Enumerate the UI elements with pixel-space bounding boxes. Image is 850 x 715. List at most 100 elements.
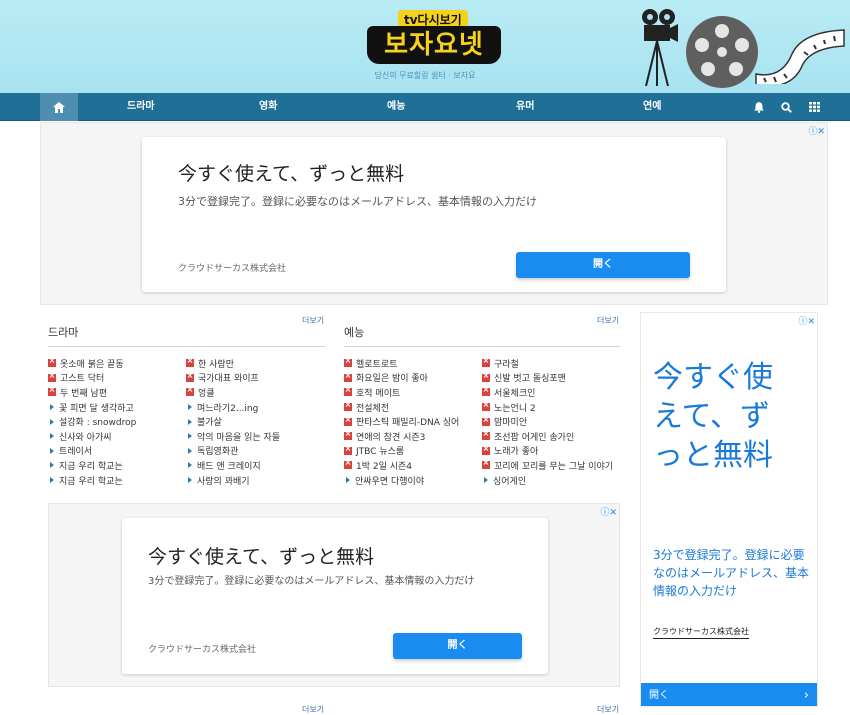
nav-item-variety[interactable]: 예능: [387, 93, 405, 121]
new-badge-icon: [482, 356, 490, 368]
nav-item-movie[interactable]: 영화: [259, 93, 277, 121]
list-item[interactable]: 악의 마음을 읽는 자들: [186, 429, 326, 444]
new-badge-icon: [482, 444, 490, 455]
list-item[interactable]: 두 번째 남편: [48, 385, 183, 400]
bullet-icon: [188, 418, 192, 425]
nav-item-humor[interactable]: 유머: [516, 93, 534, 121]
nav-item-drama[interactable]: 드라마: [127, 93, 155, 121]
top-ad-card[interactable]: 今すぐ使えて、ずっと無料 3分で登録完了。登録に必要なのはメールアドレス、基本情…: [142, 137, 726, 292]
side-ad-open-button[interactable]: 開く ›: [641, 683, 817, 706]
list-item[interactable]: 1박 2일 시즌4: [344, 458, 480, 473]
list-item[interactable]: 국가대표 와이프: [186, 371, 326, 386]
search-icon: [780, 101, 792, 113]
variety-section-title[interactable]: 예능: [344, 324, 364, 340]
bullet-icon: [50, 462, 54, 469]
list-item[interactable]: 고스트 닥터: [48, 371, 183, 386]
bullet-icon: [50, 404, 54, 411]
side-ad-description: 3分で登録完了。登録に必要なのはメールアドレス、基本情報の入力だけ: [653, 548, 810, 598]
list-item[interactable]: 꼬리에 꼬리를 무는 그날 이야기: [482, 458, 622, 473]
new-badge-icon: [482, 385, 490, 397]
bell-icon: [754, 101, 764, 113]
home-button[interactable]: [40, 93, 78, 121]
variety-list-col1: 헬로트로트 화요일은 밤이 좋아 호적 메이트 전설체전 판타스틱 패밀리-DN…: [344, 356, 480, 487]
list-item[interactable]: 며느라기2...ing: [186, 400, 326, 415]
bullet-icon: [188, 404, 192, 411]
more-link-bottom-right[interactable]: 더보기: [597, 704, 619, 715]
bell-button[interactable]: [750, 93, 768, 121]
list-item[interactable]: 옷소매 붉은 끝동: [48, 356, 183, 371]
list-item[interactable]: 연애의 참견 시즌3: [344, 429, 480, 444]
bullet-icon: [188, 462, 192, 469]
list-item[interactable]: 신발 벗고 돌싱포맨: [482, 371, 622, 386]
film-strip-icon: [755, 29, 845, 84]
new-badge-icon: [482, 415, 490, 426]
list-item[interactable]: 엉클: [186, 385, 326, 400]
more-link-bottom-left[interactable]: 더보기: [302, 704, 324, 715]
new-badge-icon: [482, 429, 490, 441]
new-badge-icon: [344, 385, 352, 397]
list-item[interactable]: 불가살: [186, 414, 326, 429]
list-item[interactable]: JTBC 뉴스룸: [344, 444, 480, 459]
search-button[interactable]: [777, 93, 795, 121]
grid-menu-button[interactable]: [805, 93, 823, 121]
list-item[interactable]: 안싸우면 다행이야: [344, 473, 480, 488]
ad-choices-icon[interactable]: ⓘ✕: [600, 505, 617, 518]
site-logo[interactable]: 보자요넷: [367, 26, 501, 64]
bullet-icon: [50, 447, 54, 454]
middle-ad-card[interactable]: 今すぐ使えて、ずっと無料 3分で登録完了。登録に必要なのはメールアドレス、基本情…: [122, 518, 548, 674]
side-ad-title: 今すぐ使えて、ずっと無料: [653, 360, 773, 473]
list-item[interactable]: 지금 우리 학교는: [48, 473, 183, 488]
list-item[interactable]: 노래가 좋아: [482, 444, 622, 459]
list-item[interactable]: 노는언니 2: [482, 400, 622, 415]
new-badge-icon: [48, 385, 56, 397]
new-badge-icon: [344, 356, 352, 368]
ad-company: クラウドサーカス株式会社: [178, 264, 287, 274]
list-item[interactable]: 호적 메이트: [344, 385, 480, 400]
ad-choices-icon[interactable]: ⓘ✕: [808, 124, 825, 137]
list-item[interactable]: 한 사람만: [186, 356, 326, 371]
list-item[interactable]: 꽃 피면 달 생각하고: [48, 400, 183, 415]
drama-list-col1: 옷소매 붉은 끝동 고스트 닥터 두 번째 남편 꽃 피면 달 생각하고 설강화…: [48, 356, 183, 487]
list-item[interactable]: 조선팝 어게인 송가인: [482, 429, 622, 444]
ad-description: 3分で登録完了。登録に必要なのはメールアドレス、基本情報の入力だけ: [178, 195, 537, 208]
ad-open-button[interactable]: 開く: [516, 252, 690, 278]
bullet-icon: [188, 477, 192, 484]
drama-more-link[interactable]: 더보기: [302, 315, 324, 326]
side-ad-button-label: 開く: [649, 690, 669, 701]
bullet-icon: [484, 477, 488, 484]
new-badge-icon: [48, 371, 56, 382]
list-item[interactable]: 설강화 : snowdrop: [48, 414, 183, 429]
list-item[interactable]: 독립영화관: [186, 444, 326, 459]
new-badge-icon: [186, 356, 194, 368]
list-item[interactable]: 전설체전: [344, 400, 480, 415]
side-ad[interactable]: ⓘ✕ 今すぐ使えて、ずっと無料 3分で登録完了。登録に必要なのはメールアドレス、…: [640, 312, 818, 707]
list-item[interactable]: 사랑의 꽈배기: [186, 473, 326, 488]
list-item[interactable]: 지금 우리 학교는: [48, 458, 183, 473]
list-item[interactable]: 서울체크인: [482, 385, 622, 400]
list-item[interactable]: 신사와 아가씨: [48, 429, 183, 444]
home-icon: [53, 101, 65, 113]
ad-open-button[interactable]: 開く: [393, 633, 522, 659]
drama-section-title[interactable]: 드라마: [48, 324, 78, 340]
list-item[interactable]: 구라철: [482, 356, 622, 371]
list-item[interactable]: 배드 앤 크레이지: [186, 458, 326, 473]
bullet-icon: [50, 477, 54, 484]
drama-list-col2: 한 사람만 국가대표 와이프 엉클 며느라기2...ing 불가살 악의 마음을…: [186, 356, 326, 487]
list-item[interactable]: 트레이서: [48, 444, 183, 459]
variety-more-link[interactable]: 더보기: [597, 315, 619, 326]
ad-title: 今すぐ使えて、ずっと無料: [178, 163, 405, 185]
ad-choices-icon[interactable]: ⓘ✕: [798, 314, 815, 327]
new-badge-icon: [344, 458, 352, 470]
new-badge-icon: [344, 371, 352, 382]
new-badge-icon: [344, 400, 352, 412]
list-item[interactable]: 판타스틱 패밀리-DNA 싱어: [344, 414, 480, 429]
nav-item-entertainment[interactable]: 연예: [643, 93, 661, 121]
side-ad-company: クラウドサーカス株式会社: [653, 626, 749, 639]
ad-description: 3分で登録完了。登録に必要なのはメールアドレス、基本情報の入力だけ: [148, 576, 475, 587]
bullet-icon: [188, 433, 192, 440]
list-item[interactable]: 맘마미안: [482, 414, 622, 429]
new-badge-icon: [186, 385, 194, 397]
list-item[interactable]: 싱어게인: [482, 473, 622, 488]
list-item[interactable]: 헬로트로트: [344, 356, 480, 371]
list-item[interactable]: 화요일은 밤이 좋아: [344, 371, 480, 386]
